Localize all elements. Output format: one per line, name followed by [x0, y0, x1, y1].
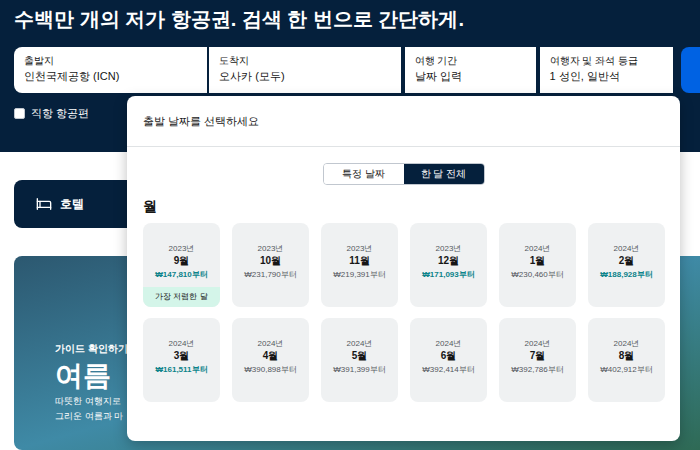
month-card[interactable]: 2024년3월 ₩161,511부터 — [143, 318, 220, 402]
field-value: 날짜 입력 — [415, 69, 526, 83]
search-field[interactable]: 여행 기간날짜 입력 — [405, 47, 536, 93]
field-label: 출발지 — [24, 54, 197, 67]
field-value: 오사카 (모두) — [219, 69, 390, 83]
cheapest-badge: 가장 저렴한 달 — [143, 287, 220, 307]
month-price: ₩219,391부터 — [333, 269, 385, 280]
checkbox-box[interactable] — [14, 108, 25, 119]
month-card[interactable]: 2024년1월 ₩230,460부터 — [499, 223, 576, 307]
field-value: 1 성인, 일반석 — [550, 69, 663, 83]
month-price: ₩391,399부터 — [333, 364, 385, 375]
field-label: 여행자 및 좌석 등급 — [550, 54, 663, 67]
month-year: 2024년 — [525, 244, 551, 254]
month-name: 10월 — [260, 254, 281, 267]
month-name: 2월 — [619, 254, 635, 267]
month-year: 2024년 — [614, 339, 640, 349]
month-name: 9월 — [174, 254, 190, 267]
checkbox-label: 직항 항공편 — [31, 106, 89, 120]
month-name: 11월 — [349, 254, 370, 267]
month-year: 2024년 — [436, 339, 462, 349]
month-name: 3월 — [174, 349, 190, 362]
month-year: 2023년 — [436, 244, 462, 254]
month-year: 2023년 — [258, 244, 284, 254]
section-title: 월 — [143, 197, 680, 215]
month-card[interactable]: 2023년9월 ₩147,810부터가장 저렴한 달 — [143, 223, 220, 307]
page: 수백만 개의 저가 항공권. 검색 한 번으로 간단하게. 출발지인천국제공항 (… — [0, 0, 700, 450]
field-value: 인천국제공항 (ICN) — [24, 69, 197, 83]
page-heading: 수백만 개의 저가 항공권. 검색 한 번으로 간단하게. — [14, 6, 700, 32]
month-name: 12월 — [438, 254, 459, 267]
month-card[interactable]: 2024년8월 ₩402,912부터 — [588, 318, 665, 402]
search-field[interactable]: 출발지인천국제공항 (ICN) — [14, 47, 207, 93]
mode-button[interactable]: 특정 날짜 — [324, 164, 404, 184]
month-card[interactable]: 2024년7월 ₩392,786부터 — [499, 318, 576, 402]
search-button[interactable] — [681, 47, 700, 93]
month-card[interactable]: 2023년11월 ₩219,391부터 — [321, 223, 398, 307]
month-year: 2024년 — [347, 339, 373, 349]
month-card[interactable]: 2023년10월 ₩231,790부터 — [232, 223, 309, 307]
month-price: ₩161,511부터 — [155, 364, 207, 375]
mode-toggle: 특정 날짜한 달 전체 — [127, 163, 680, 185]
month-name: 5월 — [352, 349, 368, 362]
month-year: 2024년 — [258, 339, 284, 349]
date-picker-popup: 출발 날짜를 선택하세요특정 날짜한 달 전체월2023년9월₩147,810부… — [127, 96, 680, 441]
month-price: ₩392,786부터 — [511, 364, 563, 375]
month-name: 8월 — [619, 349, 635, 362]
mode-toggle-group: 특정 날짜한 달 전체 — [323, 163, 485, 185]
popup-header: 출발 날짜를 선택하세요 — [127, 96, 680, 147]
month-price: ₩171,093부터 — [422, 269, 474, 280]
month-card[interactable]: 2024년5월 ₩391,399부터 — [321, 318, 398, 402]
month-card[interactable]: 2024년2월 ₩188,928부터 — [588, 223, 665, 307]
month-year: 2023년 — [169, 244, 195, 254]
month-price: ₩188,928부터 — [600, 269, 652, 280]
tab-label: 호텔 — [60, 195, 84, 213]
month-card[interactable]: 2024년6월 ₩392,414부터 — [410, 318, 487, 402]
month-price: ₩402,912부터 — [600, 364, 652, 375]
month-price: ₩147,810부터 — [155, 269, 207, 280]
mode-button[interactable]: 한 달 전체 — [404, 164, 484, 184]
month-year: 2023년 — [347, 244, 373, 254]
search-bar: 출발지인천국제공항 (ICN)도착지오사카 (모두)여행 기간날짜 입력여행자 … — [14, 47, 700, 93]
month-year: 2024년 — [614, 244, 640, 254]
month-name: 1월 — [530, 254, 546, 267]
field-label: 여행 기간 — [415, 54, 526, 67]
bed-icon — [36, 196, 52, 212]
month-card[interactable]: 2023년12월 ₩171,093부터 — [410, 223, 487, 307]
month-price: ₩230,460부터 — [511, 269, 563, 280]
popup-title: 출발 날짜를 선택하세요 — [143, 113, 259, 130]
search-field[interactable]: 여행자 및 좌석 등급 1 성인, 일반석 — [540, 47, 673, 93]
month-grid: 2023년9월₩147,810부터가장 저렴한 달2023년10월₩231,79… — [143, 223, 680, 402]
field-label: 도착지 — [219, 54, 390, 67]
month-name: 7월 — [530, 349, 546, 362]
month-year: 2024년 — [525, 339, 551, 349]
search-field[interactable]: 도착지오사카 (모두) — [209, 47, 400, 93]
month-price: ₩390,898부터 — [244, 364, 296, 375]
month-name: 6월 — [441, 349, 457, 362]
month-card[interactable]: 2024년4월 ₩390,898부터 — [232, 318, 309, 402]
month-price: ₩392,414부터 — [422, 364, 474, 375]
month-name: 4월 — [263, 349, 279, 362]
month-year: 2024년 — [169, 339, 195, 349]
month-price: ₩231,790부터 — [244, 269, 296, 280]
